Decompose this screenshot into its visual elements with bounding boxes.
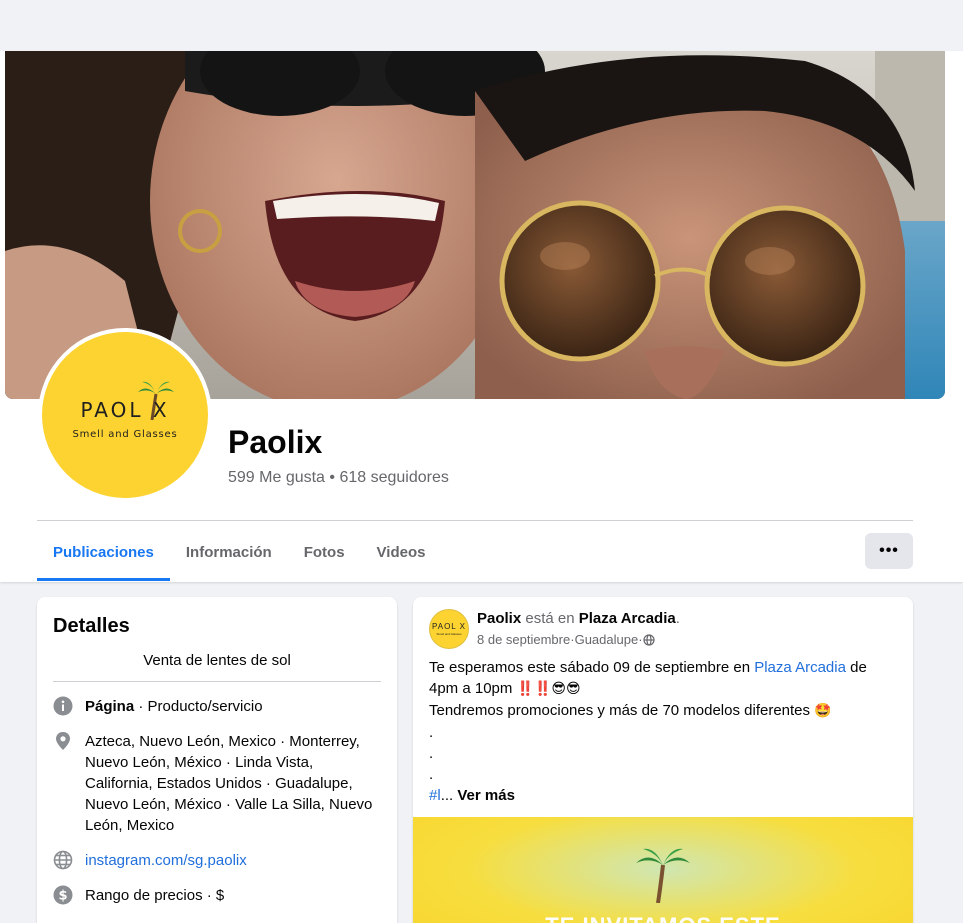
- page-title: Paolix: [228, 424, 323, 460]
- tab-fotos[interactable]: Fotos: [288, 523, 361, 581]
- post-place[interactable]: Plaza Arcadia: [579, 610, 676, 627]
- locations-text: Azteca, Nuevo León, Mexico · Monterrey, …: [85, 733, 373, 834]
- location-row: Azteca, Nuevo León, Mexico · Monterrey, …: [53, 731, 381, 836]
- more-options-button[interactable]: •••: [865, 533, 913, 569]
- category-text: Página · Producto/servicio: [85, 696, 263, 717]
- website-row: instagram.com/sg.paolix: [53, 850, 381, 871]
- website-link[interactable]: instagram.com/sg.paolix: [85, 850, 247, 871]
- likes-count[interactable]: 599 Me gusta: [228, 469, 325, 486]
- tab-informacion[interactable]: Información: [170, 523, 288, 581]
- tab-publicaciones[interactable]: Publicaciones: [37, 523, 170, 581]
- post-verb: está en: [521, 610, 579, 627]
- post-emoji-3: 🤩: [814, 703, 832, 719]
- post-author[interactable]: Paolix: [477, 610, 521, 627]
- info-icon: [53, 696, 73, 716]
- post-dot-line: .: [429, 745, 434, 762]
- category-label: Página: [85, 698, 135, 715]
- post-author-avatar[interactable]: PAOL X Smell and Glasses: [429, 609, 469, 649]
- svg-text:$: $: [58, 889, 67, 904]
- price-row: $ Rango de precios · $: [53, 885, 381, 906]
- price-icon: $: [53, 885, 73, 905]
- profile-picture[interactable]: PAOL X Smell and Glasses: [38, 328, 212, 502]
- see-more-link[interactable]: Ver más: [457, 787, 515, 804]
- post-image-banner: TE INVITAMOS ESTE: [413, 913, 913, 923]
- top-bar: [0, 0, 963, 51]
- price-range-text: Rango de precios · $: [85, 887, 225, 904]
- public-globe-icon: [642, 633, 655, 646]
- post-card: PAOL X Smell and Glasses Paolix está en …: [413, 597, 913, 923]
- post-avatar-wordmark: PAOL X: [431, 622, 466, 631]
- details-card: Detalles Venta de lentes de sol Página ·…: [37, 597, 397, 923]
- post-line-2: 4pm a 10pm ‼️‼️😎😎: [429, 680, 581, 697]
- header-divider: [37, 520, 913, 521]
- post-dot-line: .: [429, 724, 434, 741]
- stats-separator: •: [324, 469, 340, 486]
- post-meta: 8 de septiembre · Guadalupe ·: [477, 632, 655, 647]
- post-emoji-2: ‼️‼️😎😎: [516, 681, 581, 697]
- location-pin-icon: [53, 731, 73, 751]
- post-line-3: Tendremos promociones y más de 70 modelo…: [429, 702, 832, 719]
- logo-tagline: Smell and Glasses: [72, 429, 178, 440]
- page-stats: 599 Me gusta • 618 seguidores: [228, 469, 449, 487]
- profile-tabs: Publicaciones Información Fotos Videos: [37, 523, 441, 581]
- post-avatar-tagline: Smell and Glasses: [436, 632, 462, 636]
- profile-header: PAOL X Smell and Glasses Paolix 599 Me g…: [0, 51, 963, 582]
- tab-videos[interactable]: Videos: [361, 523, 442, 581]
- post-line-1: Te esperamos este sábado 09 de septiembr…: [429, 659, 867, 676]
- post-header: Paolix está en Plaza Arcadia.: [477, 610, 680, 627]
- post-dot-line: .: [429, 766, 434, 783]
- logo-wordmark: PAOL X: [80, 398, 170, 422]
- globe-icon: [53, 850, 73, 870]
- category-row: Página · Producto/servicio: [53, 696, 381, 717]
- post-line-more: #l... Ver más: [429, 787, 515, 804]
- page-bio: Venta de lentes de sol: [53, 652, 381, 682]
- followers-count[interactable]: 618 seguidores: [339, 469, 448, 486]
- post-text: Te esperamos este sábado 09 de septiembr…: [429, 657, 899, 806]
- post-hashtag[interactable]: #l: [429, 787, 441, 804]
- post-image[interactable]: TE INVITAMOS ESTE: [413, 817, 913, 923]
- palm-tree-icon: [636, 848, 690, 903]
- category-value: · Producto/servicio: [134, 698, 263, 715]
- post-place-link[interactable]: Plaza Arcadia: [754, 659, 846, 676]
- details-title: Detalles: [53, 615, 130, 637]
- paolix-logo: PAOL X Smell and Glasses: [42, 332, 208, 498]
- post-date[interactable]: 8 de septiembre: [477, 632, 570, 647]
- post-period: .: [675, 610, 680, 627]
- post-location[interactable]: Guadalupe: [575, 632, 639, 647]
